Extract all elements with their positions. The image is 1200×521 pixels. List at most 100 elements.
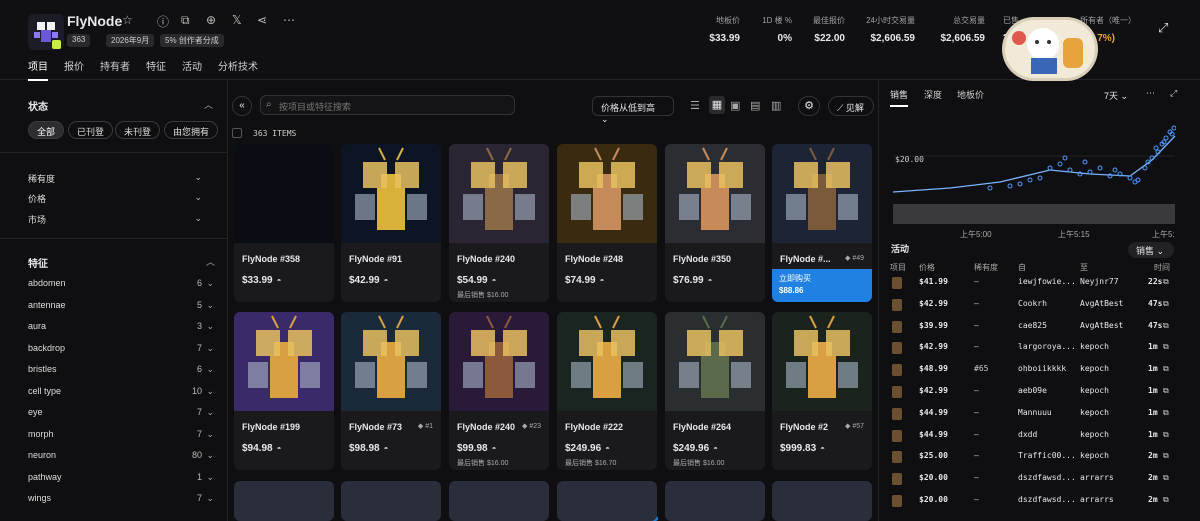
nft-card[interactable]: FlyNode #2 ◆ #57 $999.83 ◓ [772, 312, 872, 470]
buyer-link[interactable]: Neyjnr77 [1080, 277, 1119, 286]
share-icon[interactable]: ⋖ [257, 13, 267, 27]
nft-card[interactable]: FlyNode #73 ◆ #1 $98.98 ◓ [341, 312, 441, 470]
more-icon[interactable]: ⋯ [1146, 88, 1155, 99]
settings-gear-icon[interactable]: ⚙ [798, 96, 820, 116]
external-link-icon[interactable]: ⧉ [1163, 342, 1169, 352]
trait-eye[interactable]: eye 7 ⌄ [28, 407, 214, 417]
nft-card[interactable]: FlyNode #...◆ #49立即购买$88.86+ [772, 144, 872, 302]
nft-card[interactable] [341, 481, 441, 521]
nft-card[interactable]: FlyNode #91 $42.99 ◓ [341, 144, 441, 302]
trait-pathway[interactable]: pathway 1 ⌄ [28, 472, 214, 482]
trait-morph[interactable]: morph 7 ⌄ [28, 429, 214, 439]
compact-grid-icon[interactable]: ▣ [730, 99, 740, 112]
tab-floor[interactable]: 地板价 [957, 88, 984, 101]
buyer-link[interactable]: AvgAtBest [1080, 299, 1123, 308]
x-twitter-icon[interactable]: 𝕏 [232, 13, 242, 27]
seller-link[interactable]: Mannuuu [1018, 408, 1052, 417]
filter-all[interactable]: 全部 [28, 121, 65, 139]
trait-abdomen[interactable]: abdomen 6 ⌄ [28, 278, 214, 288]
seller-link[interactable]: dxdd [1018, 430, 1037, 439]
nft-card[interactable] [665, 481, 765, 521]
group-marketplace[interactable]: 市场 ⌄ [28, 213, 214, 226]
external-link-icon[interactable]: ⧉ [1163, 386, 1169, 396]
buyer-link[interactable]: kepoch [1080, 386, 1109, 395]
nft-card[interactable] [449, 481, 549, 521]
nft-card[interactable]: FlyNode #240 ◆ #23 $99.98 ◓ 最后销售 $16.00 [449, 312, 549, 470]
buyer-link[interactable]: arrarrs [1080, 495, 1114, 504]
external-link-icon[interactable]: ⧉ [1163, 299, 1169, 309]
tab-traits[interactable]: 特征 [146, 58, 166, 81]
buyer-link[interactable]: arrarrs [1080, 473, 1114, 482]
nft-card[interactable] [557, 481, 657, 521]
globe-icon[interactable]: ⊕ [206, 13, 216, 27]
external-link-icon[interactable]: ⧉ [1163, 451, 1169, 461]
tab-sales[interactable]: 销售 [890, 88, 909, 107]
seller-link[interactable]: dszdfawsd... [1018, 495, 1076, 504]
trait-neuron[interactable]: neuron 80 ⌄ [28, 450, 214, 460]
trait-wings[interactable]: wings 7 ⌄ [28, 493, 214, 503]
activity-row[interactable]: $44.99 – dxdd kepoch 1m ⧉ [890, 427, 1182, 448]
trait-backdrop[interactable]: backdrop 7 ⌄ [28, 343, 214, 353]
activity-row[interactable]: $48.99 #65 ohboiikkkk kepoch 1m ⧉ [890, 361, 1182, 382]
trait-antennae[interactable]: antennae 5 ⌄ [28, 300, 214, 310]
seller-link[interactable]: dszdfawsd... [1018, 473, 1076, 482]
nft-card[interactable] [772, 481, 872, 521]
chevron-up-icon[interactable]: ︿ [204, 98, 213, 111]
nft-card[interactable]: FlyNode #222 $249.96 ◓ 最后销售 $16.70 [557, 312, 657, 470]
collapse-sidebar-button[interactable]: « [232, 96, 252, 116]
nft-card[interactable]: FlyNode #264 $249.96 ◓ 最后销售 $16.00 [665, 312, 765, 470]
trait-aura[interactable]: aura 3 ⌄ [28, 321, 214, 331]
external-link-icon[interactable]: ⧉ [1163, 473, 1169, 483]
seller-link[interactable]: aeb09e [1018, 386, 1047, 395]
seller-link[interactable]: ohboiikkkk [1018, 364, 1066, 373]
external-link-icon[interactable]: ⧉ [1163, 321, 1169, 331]
nft-card[interactable] [234, 481, 334, 521]
activity-row[interactable]: $44.99 – Mannuuu kepoch 1m ⧉ [890, 405, 1182, 426]
search-input[interactable] [260, 95, 515, 115]
star-icon[interactable]: ☆ [122, 13, 133, 27]
seller-link[interactable]: iewjfowie... [1018, 277, 1076, 286]
seller-link[interactable]: Cookrh [1018, 299, 1047, 308]
tab-depth[interactable]: 深度 [924, 88, 942, 101]
seller-link[interactable]: cae825 [1018, 321, 1047, 330]
sort-dropdown[interactable]: 价格从低到高 ⌄ [592, 96, 674, 124]
table-view-icon[interactable]: ▤ [750, 99, 760, 112]
grid-view-icon[interactable]: ▦ [709, 96, 725, 114]
activity-filter[interactable]: 销售 ⌄ [1128, 242, 1174, 258]
activity-row[interactable]: $42.99 – Cookrh AvgAtBest 47s ⧉ [890, 296, 1182, 317]
nft-card[interactable]: FlyNode #248 $74.99 ◓ [557, 144, 657, 302]
nft-card[interactable]: FlyNode #358 $33.99 ◓ [234, 144, 334, 302]
activity-row[interactable]: $39.99 – cae825 AvgAtBest 47s ⧉ [890, 318, 1182, 339]
activity-row[interactable]: $42.99 – aeb09e kepoch 1m ⧉ [890, 383, 1182, 404]
expand-icon[interactable]: ⤢ [1158, 20, 1168, 36]
seller-link[interactable]: Traffic00... [1018, 451, 1076, 460]
tab-analytics[interactable]: 分析技术 [218, 58, 258, 81]
group-price[interactable]: 价格 ⌄ [28, 192, 214, 205]
buyer-link[interactable]: kepoch [1080, 451, 1109, 460]
more-icon[interactable]: ⋯ [283, 13, 295, 27]
copy-icon[interactable]: ⧉ [181, 13, 190, 28]
list-view-icon[interactable]: ☰ [690, 99, 700, 112]
buyer-link[interactable]: kepoch [1080, 364, 1109, 373]
trait-cell-type[interactable]: cell type 10 ⌄ [28, 386, 214, 396]
activity-row[interactable]: $25.00 – Traffic00... kepoch 2m ⧉ [890, 448, 1182, 469]
activity-row[interactable]: $41.99 – iewjfowie... Neyjnr77 22s ⧉ [890, 274, 1182, 295]
external-link-icon[interactable]: ⧉ [1163, 408, 1169, 418]
buy-now-button[interactable]: 立即购买 $88.86 [772, 269, 872, 302]
buyer-link[interactable]: kepoch [1080, 430, 1109, 439]
external-link-icon[interactable]: ⧉ [1163, 364, 1169, 374]
trait-bristles[interactable]: bristles 6 ⌄ [28, 364, 214, 374]
filter-listed[interactable]: 已刊登 [68, 121, 114, 139]
activity-row[interactable]: $42.99 – largoroya... kepoch 1m ⧉ [890, 339, 1182, 360]
activity-row[interactable]: $20.00 – dszdfawsd... arrarrs 2m ⧉ [890, 470, 1182, 491]
expand-icon[interactable]: ⤢ [1170, 88, 1177, 99]
nft-card[interactable]: FlyNode #199 $94.98 ◓ [234, 312, 334, 470]
filter-owned[interactable]: 由您拥有 [164, 121, 219, 139]
external-link-icon[interactable]: ⧉ [1163, 430, 1169, 440]
filter-unlisted[interactable]: 未刊登 [115, 121, 161, 139]
group-rarity[interactable]: 稀有度 ⌄ [28, 172, 214, 185]
buyer-link[interactable]: kepoch [1080, 342, 1109, 351]
tab-holders[interactable]: 持有者 [100, 58, 130, 81]
period-dropdown[interactable]: 7天 ⌄ [1104, 89, 1128, 102]
tab-offers[interactable]: 报价 [64, 58, 84, 81]
